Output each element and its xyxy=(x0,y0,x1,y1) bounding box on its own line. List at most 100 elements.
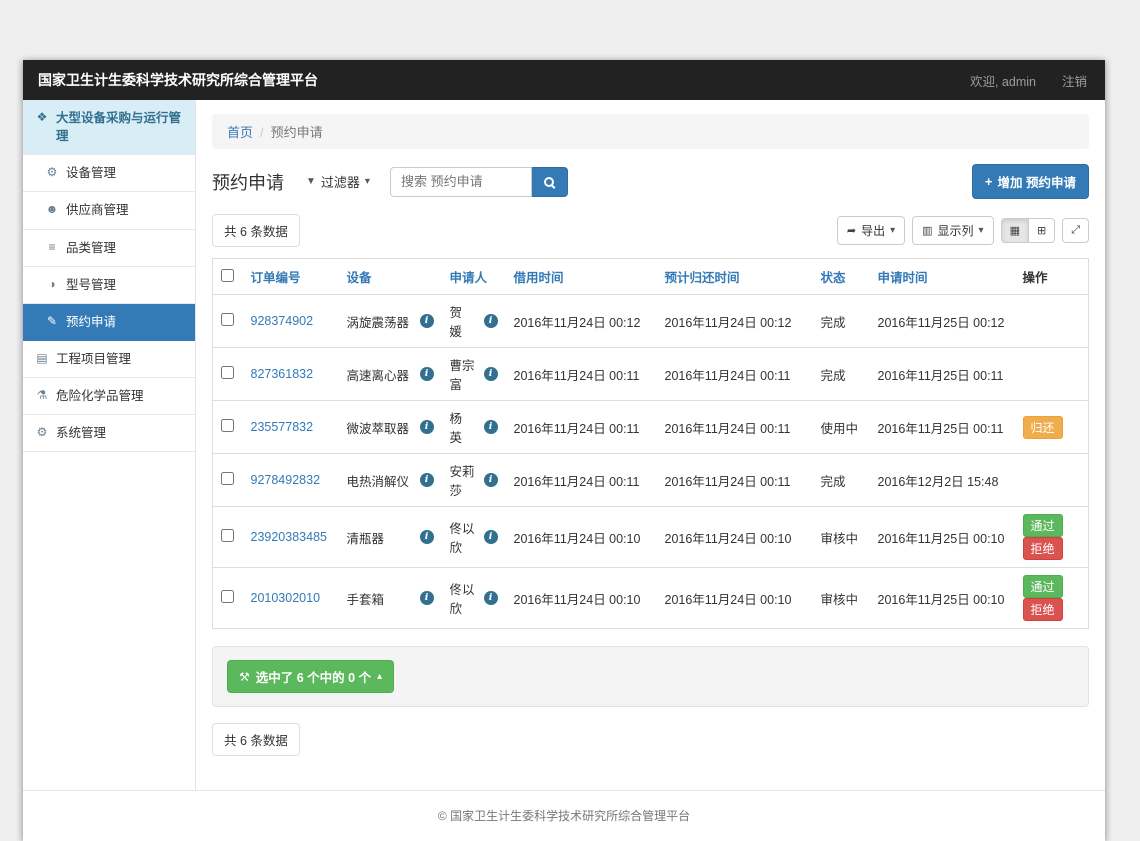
th-actions: 操作 xyxy=(1015,259,1089,295)
th-return-time[interactable]: 预计归还时间 xyxy=(657,259,813,295)
actions-cell: 通过 拒绝 xyxy=(1015,568,1089,629)
sidebar-item-label: 系统管理 xyxy=(56,424,106,442)
columns-button[interactable]: ▥ 显示列 ▾ xyxy=(912,216,993,245)
info-icon[interactable]: i xyxy=(484,473,498,487)
main-content: 首页/预约申请 预约申请 ▼ 过滤器 ▾ + xyxy=(196,100,1105,790)
row-checkbox[interactable] xyxy=(221,472,234,485)
device-name: 微波萃取器 xyxy=(347,418,410,437)
sidebar-item-label: 型号管理 xyxy=(66,276,116,294)
info-icon[interactable]: i xyxy=(420,367,434,381)
row-checkbox[interactable] xyxy=(221,590,234,603)
info-icon[interactable]: i xyxy=(484,530,498,544)
breadcrumb-home-link[interactable]: 首页 xyxy=(227,125,253,140)
sidebar-item-device-management[interactable]: ⚙ 设备管理 xyxy=(23,155,195,192)
reject-button[interactable]: 拒绝 xyxy=(1023,537,1063,560)
sidebar-item-label: 工程项目管理 xyxy=(56,350,131,368)
columns-icon: ▥ xyxy=(922,224,932,237)
applicant-name: 安莉莎 xyxy=(450,461,478,499)
apply-time: 2016年11月25日 00:11 xyxy=(870,348,1015,401)
order-id-link[interactable]: 2010302010 xyxy=(251,591,321,605)
filter-label: 过滤器 xyxy=(321,172,360,191)
order-id-link[interactable]: 928374902 xyxy=(251,314,314,328)
reservations-table: 订单编号 设备 申请人 借用时间 预计归还时间 状态 申请时间 操作 92837… xyxy=(212,258,1089,629)
adjust-icon: ◑ xyxy=(45,276,59,293)
info-icon[interactable]: i xyxy=(484,314,498,328)
compact-view-button[interactable]: ▦ xyxy=(1001,218,1029,243)
info-icon[interactable]: i xyxy=(420,473,434,487)
table-row: 235577832 微波萃取器i 杨 英i 2016年11月24日 00:11 … xyxy=(213,401,1089,454)
status-text: 审核中 xyxy=(813,568,870,629)
add-reservation-button[interactable]: + 增加 预约申请 xyxy=(972,164,1089,199)
search-button[interactable] xyxy=(532,167,568,197)
wide-view-button[interactable]: ⊞ xyxy=(1028,218,1055,243)
info-icon[interactable]: i xyxy=(484,367,498,381)
row-checkbox[interactable] xyxy=(221,366,234,379)
approve-button[interactable]: 通过 xyxy=(1023,575,1063,598)
table-row: 9278492832 电热消解仪i 安莉莎i 2016年11月24日 00:11… xyxy=(213,454,1089,507)
row-checkbox[interactable] xyxy=(221,529,234,542)
info-icon[interactable]: i xyxy=(420,530,434,544)
th-device[interactable]: 设备 xyxy=(339,259,442,295)
gears-icon: ⚙ xyxy=(35,424,49,441)
grid-compact-icon: ▦ xyxy=(1010,224,1020,237)
app-body: ❖ 大型设备采购与运行管理 ⚙ 设备管理 ☻ 供应商管理 ≡ 品类管理 ◑ 型号… xyxy=(23,100,1105,790)
sidebar-item-label: 品类管理 xyxy=(66,239,116,257)
sidebar-group-label: 大型设备采购与运行管理 xyxy=(56,109,187,145)
borrow-time: 2016年11月24日 00:11 xyxy=(506,348,657,401)
apply-time: 2016年12月2日 15:48 xyxy=(870,454,1015,507)
expand-icon: ⤢ xyxy=(1071,224,1080,237)
select-all-checkbox[interactable] xyxy=(221,269,234,282)
welcome-text: 欢迎, admin xyxy=(970,71,1036,90)
th-borrow-time[interactable]: 借用时间 xyxy=(506,259,657,295)
th-status[interactable]: 状态 xyxy=(813,259,870,295)
app-title: 国家卫生计生委科学技术研究所综合管理平台 xyxy=(38,70,318,90)
info-icon[interactable]: i xyxy=(420,314,434,328)
th-applicant[interactable]: 申请人 xyxy=(442,259,506,295)
breadcrumb-current: 预约申请 xyxy=(271,125,323,140)
return-time: 2016年11月24日 00:11 xyxy=(657,454,813,507)
order-id-link[interactable]: 23920383485 xyxy=(251,530,327,544)
return-button[interactable]: 归还 xyxy=(1023,416,1063,439)
sidebar-item-category-management[interactable]: ≡ 品类管理 xyxy=(23,230,195,267)
sidebar-item-supplier-management[interactable]: ☻ 供应商管理 xyxy=(23,192,195,229)
order-id-link[interactable]: 827361832 xyxy=(251,367,314,381)
sidebar-item-chemical-management[interactable]: ⚗ 危险化学品管理 xyxy=(23,378,195,415)
info-icon[interactable]: i xyxy=(484,591,498,605)
th-apply-time[interactable]: 申请时间 xyxy=(870,259,1015,295)
bulk-selected-button[interactable]: ⚒ 选中了 6 个中的 0 个 ▴ xyxy=(227,660,394,693)
filter-dropdown[interactable]: ▼ 过滤器 ▾ xyxy=(306,172,370,191)
actions-cell xyxy=(1015,454,1089,507)
info-icon[interactable]: i xyxy=(420,591,434,605)
logout-link[interactable]: 注销 xyxy=(1062,71,1087,90)
export-button[interactable]: ➦ 导出 ▾ xyxy=(837,216,905,245)
order-id-link[interactable]: 235577832 xyxy=(251,420,314,434)
status-text: 使用中 xyxy=(813,401,870,454)
footer: © 国家卫生计生委科学技术研究所综合管理平台 xyxy=(23,790,1105,841)
borrow-time: 2016年11月24日 00:12 xyxy=(506,295,657,348)
info-icon[interactable]: i xyxy=(484,420,498,434)
row-checkbox[interactable] xyxy=(221,313,234,326)
sidebar-item-system-management[interactable]: ⚙ 系统管理 xyxy=(23,415,195,452)
list-controls: 共 6 条数据 ➦ 导出 ▾ ▥ 显示列 ▾ ▦ xyxy=(212,214,1089,247)
sidebar-item-reservation-request[interactable]: ✎ 预约申请 xyxy=(23,304,195,341)
approve-button[interactable]: 通过 xyxy=(1023,514,1063,537)
list-icon: ≡ xyxy=(45,239,59,256)
table-header-row: 订单编号 设备 申请人 借用时间 预计归还时间 状态 申请时间 操作 xyxy=(213,259,1089,295)
chevron-down-icon: ▾ xyxy=(365,176,370,187)
info-icon[interactable]: i xyxy=(420,420,434,434)
sidebar-item-label: 危险化学品管理 xyxy=(56,387,144,405)
fullscreen-button[interactable]: ⤢ xyxy=(1062,218,1089,243)
search-input[interactable] xyxy=(390,167,532,197)
sidebar-item-model-management[interactable]: ◑ 型号管理 xyxy=(23,267,195,304)
edit-icon: ✎ xyxy=(45,313,59,330)
order-id-link[interactable]: 9278492832 xyxy=(251,473,321,487)
reject-button[interactable]: 拒绝 xyxy=(1023,598,1063,621)
sidebar-item-project-management[interactable]: ▤ 工程项目管理 xyxy=(23,341,195,378)
return-time: 2016年11月24日 00:11 xyxy=(657,401,813,454)
app-window: 国家卫生计生委科学技术研究所综合管理平台 欢迎, admin 注销 ❖ 大型设备… xyxy=(23,60,1105,841)
applicant-name: 贺 媛 xyxy=(450,302,478,340)
th-order-id[interactable]: 订单编号 xyxy=(243,259,339,295)
row-checkbox[interactable] xyxy=(221,419,234,432)
sidebar-group-equipment-procurement[interactable]: ❖ 大型设备采购与运行管理 xyxy=(23,100,195,155)
sidebar-item-label: 设备管理 xyxy=(66,164,116,182)
